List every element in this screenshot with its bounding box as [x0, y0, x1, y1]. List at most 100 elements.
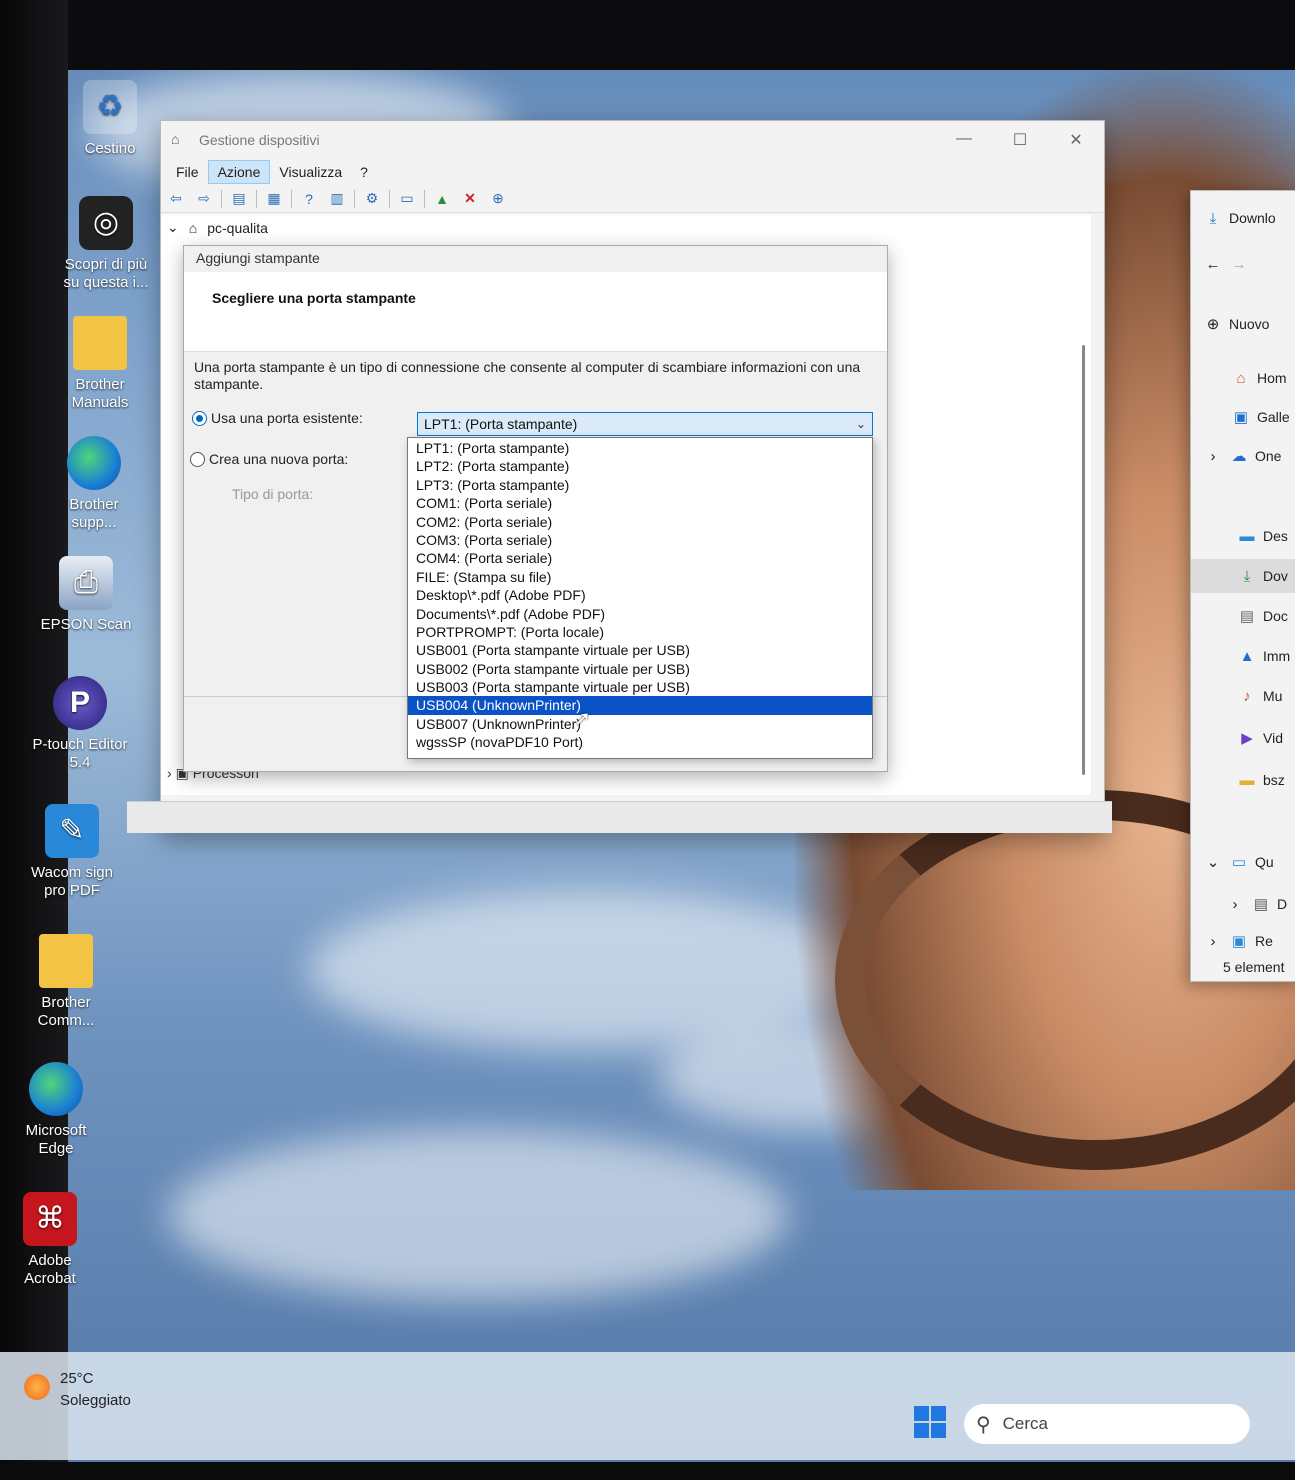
existing-port-option[interactable]: Usa una porta esistente: [192, 410, 363, 426]
port-option[interactable]: LPT2: (Porta stampante) [408, 457, 872, 475]
folder-icon [73, 316, 127, 370]
update-driver-icon[interactable]: ▲ [431, 189, 453, 209]
chevron-right-icon[interactable]: › [1203, 448, 1223, 465]
cloud-icon: ☁ [1231, 448, 1247, 465]
port-option[interactable]: COM3: (Porta seriale) [408, 531, 872, 549]
scanner-icon: ⎙ [59, 556, 113, 610]
close-icon[interactable]: ✕ [1048, 130, 1104, 150]
port-option[interactable]: COM4: (Porta seriale) [408, 549, 872, 567]
desktop-icon-scopri[interactable]: ◎ Scopri di più su questa i... [58, 196, 154, 292]
desktop-icon-edge[interactable]: Microsoft Edge [8, 1062, 104, 1158]
weather-temperature: 25°C [60, 1370, 94, 1387]
port-option[interactable]: FILE: (Stampa su file) [408, 568, 872, 586]
recycle-bin-icon: ♻ [83, 80, 137, 134]
port-option[interactable]: COM1: (Porta seriale) [408, 494, 872, 512]
desktop-icon-brother-support[interactable]: Brother supp... [46, 436, 142, 532]
discover-icon: ◎ [79, 196, 133, 250]
maximize-icon[interactable]: ☐ [992, 130, 1048, 150]
explorer-item-videos[interactable]: ▶ Vid [1191, 721, 1295, 755]
port-select[interactable]: LPT1: (Porta stampante) ⌄ [417, 412, 873, 436]
port-option[interactable]: USB002 (Porta stampante virtuale per USB… [408, 660, 872, 678]
port-option[interactable]: Documents\*.pdf (Adobe PDF) [408, 605, 872, 623]
device-manager-icon: ⌂ [171, 131, 180, 147]
scan-hardware-icon[interactable]: ⚙ [361, 189, 383, 209]
desktop-icon-wacom[interactable]: ✎ Wacom sign pro PDF [24, 804, 120, 900]
explorer-item-onedrive[interactable]: › ☁ One [1191, 439, 1295, 473]
desktop-icon-acrobat[interactable]: ⌘ Adobe Acrobat [2, 1192, 98, 1288]
port-option[interactable]: USB003 (Porta stampante virtuale per USB… [408, 678, 872, 696]
explorer-item-drive[interactable]: › ▤ D [1191, 887, 1295, 921]
chevron-down-icon[interactable]: ⌄ [1203, 853, 1223, 871]
plus-icon: ⊕ [1206, 316, 1220, 333]
menu-file[interactable]: File [167, 161, 208, 183]
windows-start-icon[interactable] [914, 1406, 946, 1438]
port-option[interactable]: PORTPROMPT: (Porta locale) [408, 623, 872, 641]
back-arrow-icon[interactable]: ⇦ [165, 189, 187, 209]
tree-scrollbar[interactable] [1082, 345, 1085, 775]
explorer-item-network[interactable]: › ▣ Re [1191, 929, 1295, 953]
device-manager-titlebar[interactable]: ⌂ Gestione dispositivi — ☐ ✕ [161, 121, 1104, 159]
desktop-icon-cestino[interactable]: ♻ Cestino [62, 80, 158, 158]
minimize-icon[interactable]: — [936, 130, 992, 150]
explorer-new-button[interactable]: ⊕ Nuovo [1191, 307, 1295, 341]
acrobat-icon: ⌘ [23, 1192, 77, 1246]
chevron-right-icon[interactable]: › [1203, 933, 1223, 950]
uninstall-device-icon[interactable]: ✕ [459, 189, 481, 209]
search-icon: ⚲ [976, 1413, 991, 1436]
desktop-icon-ptouch[interactable]: P P-touch Editor 5.4 [32, 676, 128, 772]
list-view-icon[interactable]: ▦ [263, 189, 285, 209]
selected-port-value: LPT1: (Porta stampante) [424, 416, 578, 432]
explorer-item-documents[interactable]: ▤ Doc [1191, 599, 1295, 633]
explorer-item-this-pc[interactable]: ⌄ ▭ Qu [1191, 845, 1295, 879]
properties-panel-icon[interactable]: ▤ [228, 189, 250, 209]
explorer-status: 5 element [1223, 959, 1285, 975]
file-explorer-window[interactable]: ⤓ Downlo ← → ⊕ Nuovo ⌂ Hom ▣ Galle › ☁ O… [1190, 190, 1295, 982]
explorer-item-pictures[interactable]: ▲ Imm [1191, 639, 1295, 673]
help-icon[interactable]: ? [298, 189, 320, 209]
desktop-icon-epson-scan[interactable]: ⎙ EPSON Scan [38, 556, 134, 634]
explorer-item-home[interactable]: ⌂ Hom [1191, 361, 1295, 395]
existing-port-radio[interactable] [192, 410, 207, 426]
desktop-icon-brother-comm[interactable]: Brother Comm... [18, 934, 114, 1030]
details-icon[interactable]: ▥ [326, 189, 348, 209]
download-icon[interactable]: ⊕ [487, 189, 509, 209]
port-option[interactable]: wgssSP (novaPDF10 Port) [408, 733, 872, 751]
chevron-right-icon[interactable]: › [167, 765, 172, 781]
forward-arrow-icon[interactable]: → [1229, 256, 1249, 273]
port-option[interactable]: LPT3: (Porta stampante) [408, 476, 872, 494]
monitor-icon[interactable]: ▭ [396, 189, 418, 209]
desktop-icon-brother-manuals[interactable]: Brother Manuals [52, 316, 148, 412]
forward-arrow-icon[interactable]: ⇨ [193, 189, 215, 209]
weather-condition: Soleggiato [60, 1392, 131, 1409]
edge-icon [67, 436, 121, 490]
menu-visualizza[interactable]: Visualizza [270, 161, 351, 183]
status-bar [127, 801, 1112, 833]
port-option[interactable]: Desktop\*.pdf (Adobe PDF) [408, 586, 872, 604]
taskbar-search[interactable]: ⚲ Cerca [964, 1404, 1250, 1444]
explorer-item-gallery[interactable]: ▣ Galle [1191, 400, 1295, 434]
chevron-down-icon[interactable]: ⌄ [856, 417, 866, 431]
port-option[interactable]: USB004 (UnknownPrinter) [408, 696, 872, 715]
explorer-item-folder-bsz[interactable]: ▬ bsz [1191, 763, 1295, 797]
new-port-radio[interactable] [190, 451, 205, 467]
tree-root-item[interactable]: ⌄ ⌂ pc-qualita [167, 219, 268, 236]
home-icon: ⌂ [1236, 369, 1246, 387]
port-dropdown-list[interactable]: LPT1: (Porta stampante) LPT2: (Porta stam… [407, 437, 873, 759]
weather-widget[interactable]: 25°C Soleggiato [24, 1368, 131, 1412]
chevron-right-icon[interactable]: › [1225, 896, 1245, 913]
menu-help[interactable]: ? [351, 161, 377, 183]
explorer-nav-arrows[interactable]: ← → [1191, 247, 1295, 281]
port-option[interactable]: USB001 (Porta stampante virtuale per USB… [408, 641, 872, 659]
back-arrow-icon[interactable]: ← [1203, 256, 1223, 273]
menu-azione[interactable]: Azione [207, 160, 271, 184]
new-port-option[interactable]: Crea una nuova porta: [190, 451, 348, 467]
port-option[interactable]: USB007 (UnknownPrinter) [408, 715, 872, 733]
chevron-down-icon[interactable]: ⌄ [167, 219, 179, 236]
explorer-item-desktop[interactable]: ▬ Des [1191, 519, 1295, 553]
explorer-item-music[interactable]: ♪ Mu [1191, 679, 1295, 713]
ptouch-icon: P [53, 676, 107, 730]
explorer-tab-downloads[interactable]: ⤓ Downlo [1191, 201, 1295, 235]
port-option[interactable]: LPT1: (Porta stampante) [408, 439, 872, 457]
port-option[interactable]: COM2: (Porta seriale) [408, 513, 872, 531]
explorer-item-downloads[interactable]: ⤓ Dov [1191, 559, 1295, 593]
